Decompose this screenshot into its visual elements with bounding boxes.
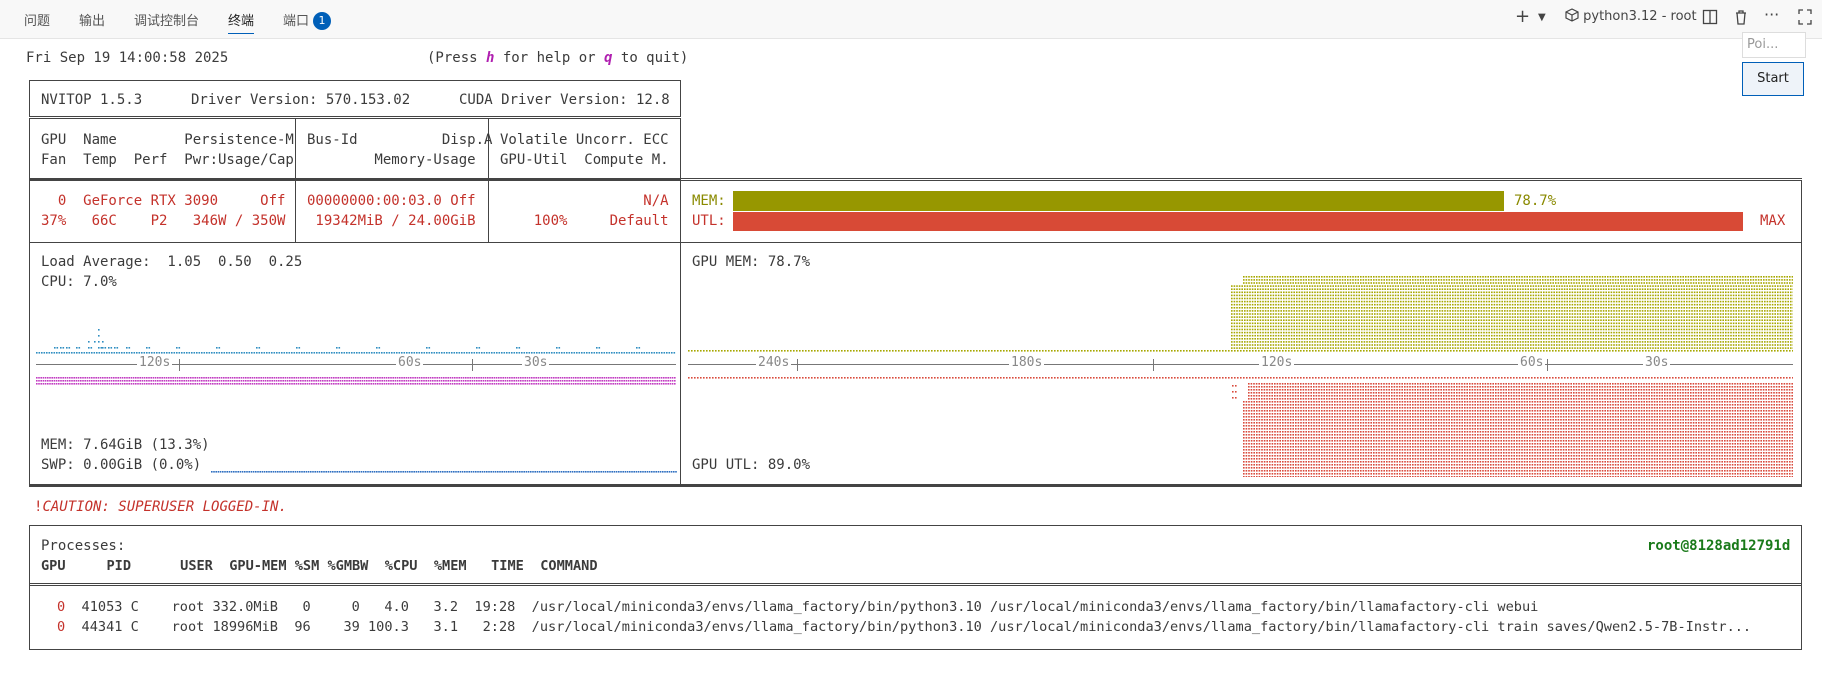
- process-gpu: 0: [57, 619, 66, 635]
- help-hint: (Press h for help or q to quit): [427, 50, 688, 67]
- gpu-utl-graph-label: GPU UTL: 89.0%: [692, 457, 811, 473]
- divider: [295, 118, 296, 180]
- mem-bar: [733, 191, 1504, 211]
- start-button[interactable]: Start: [1742, 62, 1804, 96]
- load-average: Load Average: 1.05 0.50 0.25: [41, 254, 303, 270]
- divider: [29, 242, 1802, 243]
- help-mid: for help or: [494, 50, 605, 66]
- gpu-stats-row: 37% 66C P2 346W / 350W: [41, 213, 286, 229]
- divider: [488, 180, 489, 242]
- axis-label: 60s: [1518, 355, 1546, 370]
- ports-count-badge: 1: [313, 12, 332, 30]
- axis-label: 60s: [396, 355, 424, 370]
- nvitop-version: NVITOP 1.5.3: [41, 92, 143, 108]
- header-col3-row2: GPU-Util Compute M.: [500, 152, 669, 168]
- timestamp: Fri Sep 19 14:00:58 2025: [26, 50, 229, 66]
- driver-version: Driver Version: 570.153.02: [191, 92, 411, 108]
- axis-tick: [797, 359, 798, 371]
- poi-text: Poi...: [1747, 37, 1779, 52]
- cuda-version: CUDA Driver Version: 12.8: [459, 92, 670, 108]
- process-details: 41053 C root 332.0MiB 0 0 4.0 3.2 19:28 …: [65, 599, 1539, 615]
- swap-history-graph: [211, 471, 677, 473]
- tab-debug-console[interactable]: 调试控制台: [134, 10, 199, 29]
- axis-tick: [472, 359, 473, 371]
- bus-id: 00000000:00:03.0 Off: [307, 193, 476, 209]
- cpu-percent: CPU: 7.0%: [41, 274, 117, 290]
- utl-bar-percent: MAX: [1760, 213, 1786, 229]
- utl-bar-label: UTL:: [692, 213, 726, 229]
- left-time-axis: [36, 359, 676, 371]
- axis-label: 30s: [1643, 355, 1671, 370]
- memory-history-graph: [36, 377, 676, 385]
- divider: [29, 583, 1802, 586]
- header-col1-row1: GPU Name Persistence-M: [41, 132, 294, 148]
- gpu-util-history-graph: [688, 377, 1793, 477]
- terminal-name: python3.12 - root: [1583, 9, 1697, 24]
- maximize-icon[interactable]: [1798, 9, 1812, 29]
- chevron-down-icon[interactable]: ▼: [1538, 12, 1546, 23]
- panel-tab-bar: 问题 输出 调试控制台 终端 端口 1 + ▼ python3.12 - root…: [0, 0, 1822, 39]
- tab-output[interactable]: 输出: [79, 10, 105, 29]
- axis-label: 30s: [522, 355, 550, 370]
- cube-icon: [1565, 8, 1579, 22]
- process-details: 44341 C root 18996MiB 96 39 100.3 3.1 2:…: [65, 619, 1752, 635]
- help-pre: (Press: [427, 50, 487, 66]
- processes-header: GPU PID USER GPU-MEM %SM %GMBW %CPU %MEM…: [41, 558, 598, 574]
- caution-text: CAUTION: SUPERUSER LOGGED-IN.: [42, 499, 287, 515]
- cpu-history-graph: [36, 329, 676, 354]
- table-row: 0 41053 C root 332.0MiB 0 0 4.0 3.2 19:2…: [41, 599, 1538, 616]
- trash-icon[interactable]: [1733, 9, 1749, 29]
- tab-terminal[interactable]: 终端: [228, 10, 255, 34]
- axis-tick: [1153, 359, 1154, 371]
- tab-ports-label: 端口: [283, 14, 310, 29]
- ecc: N/A: [500, 193, 669, 209]
- help-post: to quit): [612, 50, 689, 66]
- host-memory: MEM: 7.64GiB (13.3%): [41, 437, 210, 453]
- memory-usage: 19342MiB / 24.00GiB: [307, 213, 476, 229]
- user-host: root@8128ad12791d: [1647, 538, 1791, 554]
- header-col2-row1: Bus-Id Disp.A: [307, 132, 493, 148]
- table-row: 0 44341 C root 18996MiB 96 39 100.3 3.1 …: [41, 619, 1751, 636]
- gpu-util: 100% Default: [500, 213, 669, 229]
- utl-bar: [733, 212, 1743, 231]
- divider: [295, 180, 296, 242]
- axis-label: 180s: [1009, 355, 1045, 370]
- caution: !CAUTION: SUPERUSER LOGGED-IN.: [34, 499, 287, 516]
- axis-label: 240s: [756, 355, 792, 370]
- header-col3-row1: Volatile Uncorr. ECC: [500, 132, 669, 148]
- header-col2-row2: Memory-Usage: [307, 152, 476, 168]
- terminal-profile[interactable]: python3.12 - root: [1565, 8, 1697, 24]
- new-terminal-icon[interactable]: +: [1515, 6, 1530, 27]
- gpu-mem-history-graph: [688, 276, 1793, 352]
- process-gpu: 0: [57, 599, 66, 615]
- divider: [680, 180, 681, 484]
- divider: [29, 484, 1802, 487]
- more-actions-icon[interactable]: ···: [1764, 5, 1779, 24]
- tab-problems[interactable]: 问题: [24, 10, 50, 29]
- axis-tick: [1547, 359, 1548, 371]
- tab-ports[interactable]: 端口 1: [283, 10, 332, 30]
- divider: [488, 118, 489, 180]
- gpu-name-row: 0 GeForce RTX 3090 Off: [41, 193, 286, 209]
- header-col1-row2: Fan Temp Perf Pwr:Usage/Cap: [41, 152, 294, 168]
- processes-title: Processes:: [41, 538, 126, 554]
- split-terminal-icon[interactable]: [1702, 9, 1718, 29]
- axis-tick: [179, 359, 180, 371]
- gpu-mem-graph-label: GPU MEM: 78.7%: [692, 254, 811, 270]
- mem-bar-percent: 78.7%: [1514, 193, 1557, 209]
- axis-label: 120s: [1259, 355, 1295, 370]
- poi-popup: Poi...: [1742, 32, 1806, 58]
- mem-bar-label: MEM:: [692, 193, 726, 209]
- gpu-header-box: [29, 118, 681, 180]
- swap: SWP: 0.00GiB (0.0%): [41, 457, 202, 473]
- right-time-axis: [688, 359, 1793, 371]
- axis-label: 120s: [137, 355, 173, 370]
